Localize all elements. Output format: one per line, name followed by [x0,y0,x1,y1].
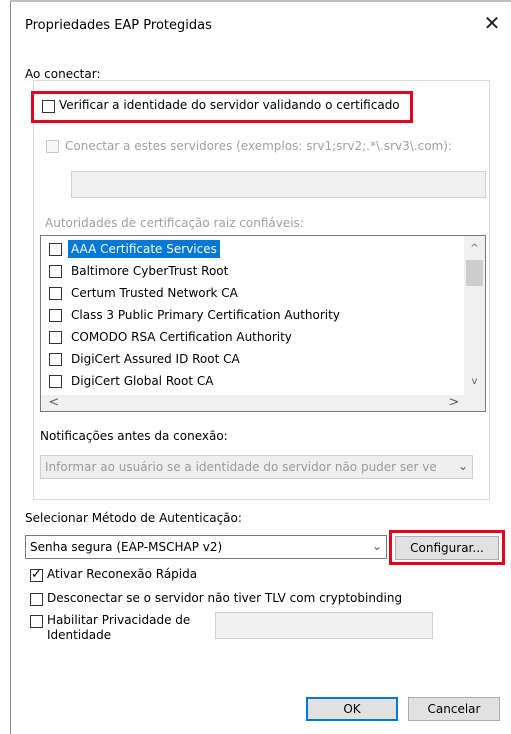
ca-label: DigiCert Assured ID Root CA [71,352,240,366]
chevron-down-icon: ⌄ [371,539,382,553]
list-item[interactable]: AAA Certificate Services [49,239,220,259]
scroll-up-icon[interactable]: ^ [464,240,485,258]
identity-privacy-input[interactable] [215,612,433,639]
identity-privacy-checkbox[interactable] [30,615,43,628]
notifications-select[interactable]: Informar ao usuário se a identidade do s… [40,455,473,479]
ca-checkbox[interactable] [49,264,62,278]
dialog-title: Propriedades EAP Protegidas [25,18,212,33]
connect-servers-label: Conectar a estes servidores (exemplos: s… [65,139,452,153]
vertical-scrollbar[interactable]: ^ v [464,236,485,395]
identity-privacy-label-line1: Habilitar Privacidade de [47,613,191,627]
chevron-down-icon: ⌄ [455,459,468,473]
configure-button[interactable]: Configurar... [395,536,499,560]
disconnect-label[interactable]: Desconectar se o servidor não tiver TLV … [47,591,402,605]
ca-checkbox[interactable] [49,330,62,344]
ca-label: Baltimore CyberTrust Root [71,264,229,278]
disconnect-checkbox[interactable] [30,593,43,606]
window-frame-top [10,0,511,2]
list-item[interactable]: COMODO RSA Certification Authority [49,327,295,347]
trusted-ca-list[interactable]: AAA Certificate Services Baltimore Cyber… [40,235,486,412]
auth-method-select[interactable]: Senha segura (EAP-MSCHAP v2) ⌄ [25,535,387,559]
ca-checkbox[interactable] [49,374,62,388]
cancel-button[interactable]: Cancelar [408,697,500,721]
ca-label: AAA Certificate Services [68,240,220,258]
scroll-thumb[interactable] [466,260,483,286]
scroll-right-icon[interactable]: > [445,395,463,411]
notifications-heading: Notificações antes da conexão: [40,429,228,443]
list-item[interactable]: Class 3 Public Primary Certification Aut… [49,305,343,325]
scroll-down-icon[interactable]: v [464,373,485,391]
ca-checkbox[interactable] [49,352,62,366]
close-icon[interactable]: ✕ [481,12,503,34]
fast-reconnect-label[interactable]: Ativar Reconexão Rápida [47,567,197,581]
auth-method-heading: Selecionar Método de Autenticação: [25,511,242,525]
list-item[interactable]: DigiCert Assured ID Root CA [49,349,243,369]
fast-reconnect-checkbox[interactable] [30,567,43,582]
ca-checkbox[interactable] [49,242,62,256]
list-item[interactable]: Baltimore CyberTrust Root [49,261,231,281]
scroll-left-icon[interactable]: < [45,395,63,411]
ca-label: Class 3 Public Primary Certification Aut… [71,308,340,322]
list-item[interactable]: Certum Trusted Network CA [49,283,241,303]
ca-label: COMODO RSA Certification Authority [71,330,292,344]
auth-method-value: Senha segura (EAP-MSCHAP v2) [30,540,223,554]
ok-button[interactable]: OK [306,697,398,721]
on-connect-heading: Ao conectar: [25,67,101,81]
notifications-value: Informar ao usuário se a identidade do s… [45,460,437,474]
ca-label: DigiCert Global Root CA [71,374,214,388]
ca-checkbox[interactable] [49,286,62,300]
window-frame-left [10,0,11,734]
horizontal-scrollbar[interactable]: < > [41,395,485,411]
list-item[interactable]: DigiCert Global Root CA [49,371,216,391]
verify-server-label[interactable]: Verificar a identidade do servidor valid… [59,98,400,112]
identity-privacy-label[interactable]: Habilitar Privacidade de Identidade [47,613,190,643]
verify-server-checkbox[interactable] [42,100,55,113]
servers-input[interactable] [71,171,486,198]
ca-label: Certum Trusted Network CA [71,286,238,300]
identity-privacy-label-line2: Identidade [47,628,112,642]
trusted-ca-heading: Autoridades de certificação raiz confiáv… [45,216,304,230]
ca-checkbox[interactable] [49,308,62,322]
connect-servers-checkbox[interactable] [46,140,59,153]
